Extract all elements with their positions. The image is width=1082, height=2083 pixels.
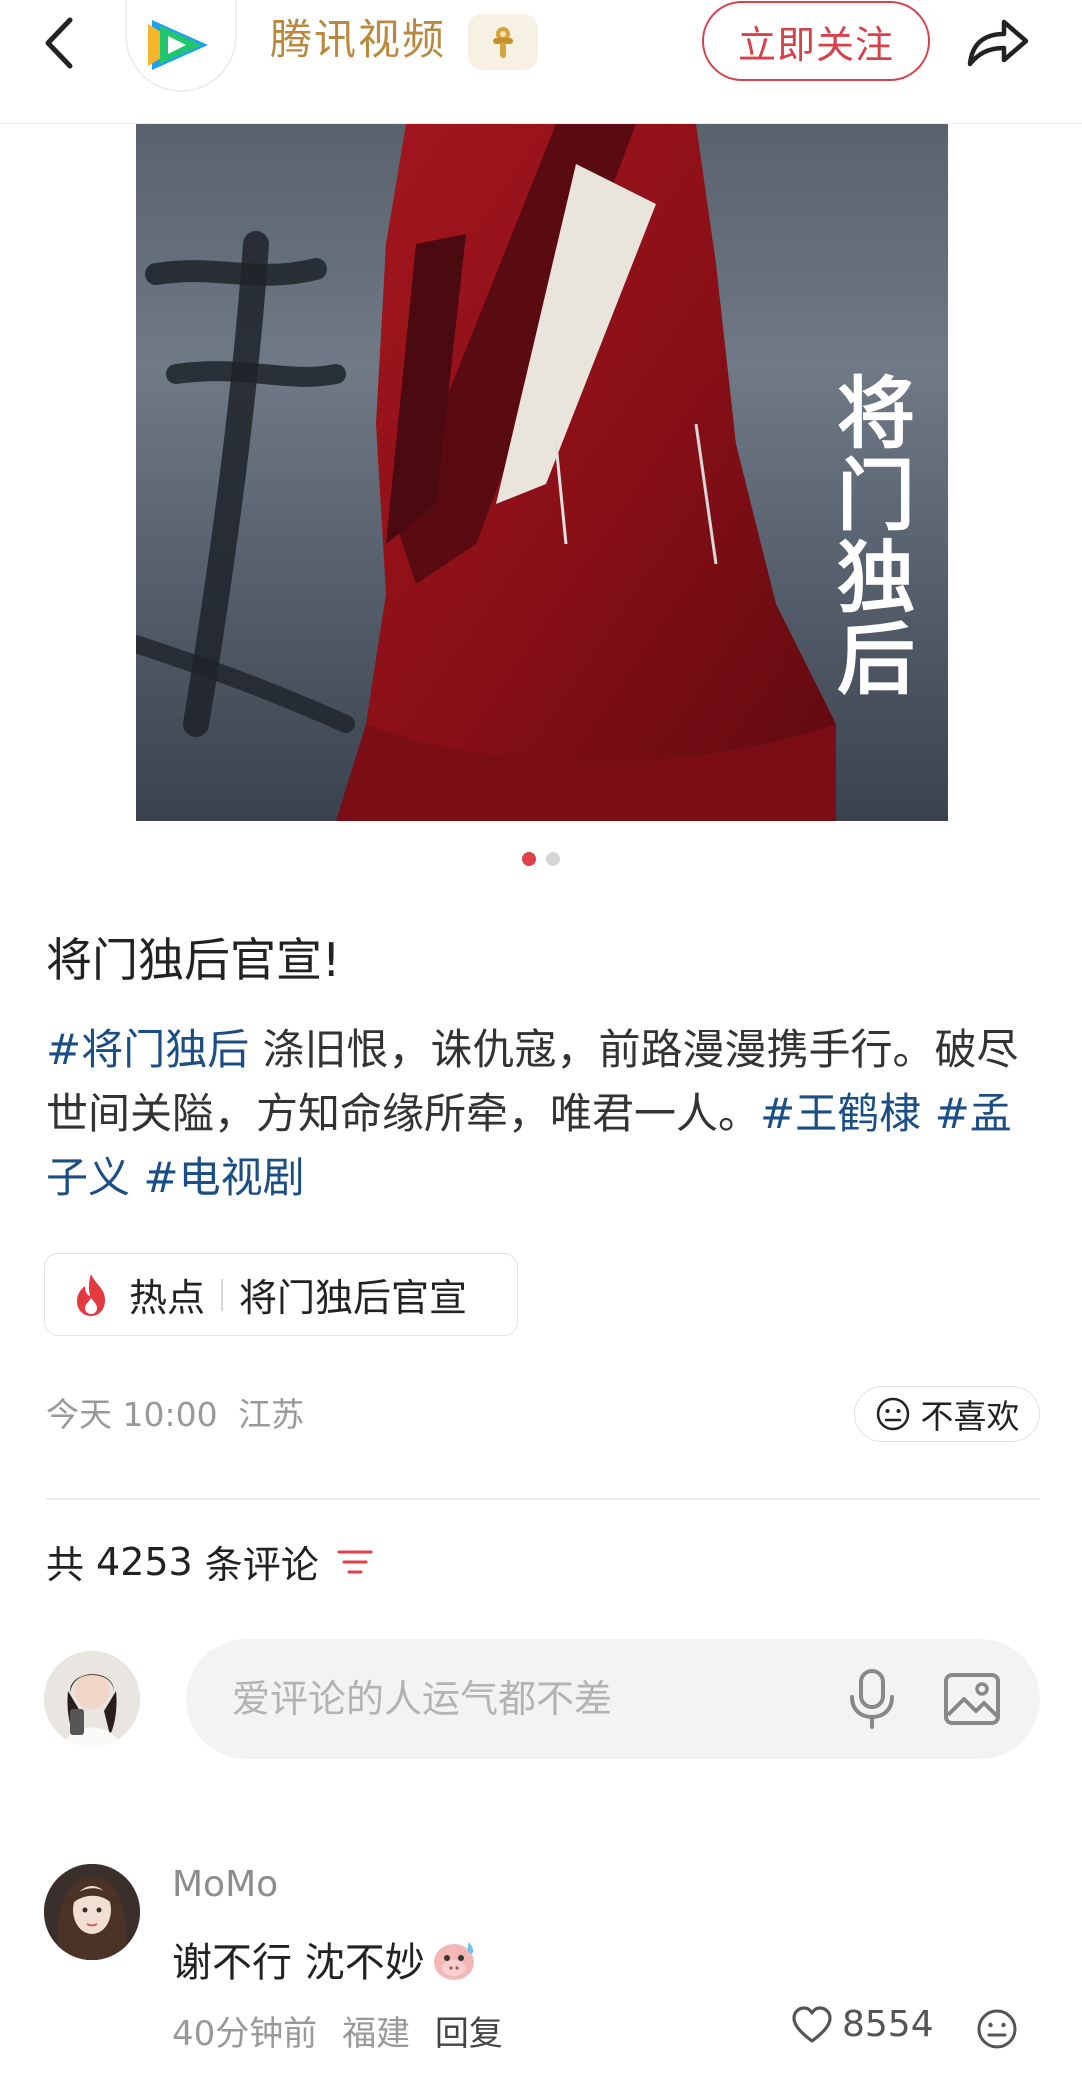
carousel-dot-active[interactable] <box>522 852 536 866</box>
post-text <box>921 1089 934 1138</box>
image-icon[interactable] <box>942 1669 1002 1729</box>
follow-button[interactable]: 立即关注 <box>702 1 930 81</box>
post-title: 将门独后官宣! <box>46 933 341 987</box>
avatar-image <box>44 1651 140 1747</box>
hashtag-link[interactable]: #王鹤棣 <box>760 1089 921 1138</box>
comments-count: 共 4253 条评论 <box>46 1534 375 1589</box>
comment-input[interactable] <box>232 1669 792 1729</box>
comment-meta: 40分钟前 福建 回复 <box>172 2006 503 2055</box>
section-divider <box>46 1498 1040 1500</box>
top-bar: 腾讯视频 立即关注 <box>0 0 1082 124</box>
commenter-avatar[interactable] <box>44 1864 140 1960</box>
neutral-face-icon <box>876 1397 909 1431</box>
post-meta: 今天 10:00 江苏 <box>46 1388 304 1436</box>
poster-title: 将门独后 <box>824 372 915 700</box>
hot-label: 热点 <box>129 1276 206 1320</box>
hashtag-link[interactable]: #电视剧 <box>143 1153 304 1202</box>
post-time: 今天 10:00 <box>46 1395 218 1434</box>
hot-separator <box>221 1278 224 1311</box>
comments-suffix: 条评论 <box>204 1543 319 1587</box>
comments-prefix: 共 <box>46 1543 85 1587</box>
comment-time: 40分钟前 <box>172 2014 318 2054</box>
like-count: 8554 <box>842 2004 934 2045</box>
gold-badge-icon <box>493 27 513 58</box>
comment-body: 谢不行 沈不妙 <box>172 1940 425 1986</box>
commenter-name[interactable]: MoMo <box>172 1864 278 1905</box>
verified-badge <box>468 14 538 70</box>
post-image[interactable]: 将门独后 <box>136 124 948 821</box>
dislike-button[interactable]: 不喜欢 <box>854 1386 1040 1442</box>
my-avatar[interactable] <box>44 1651 140 1747</box>
comments-number: 4253 <box>96 1539 193 1584</box>
avatar-image <box>44 1864 140 1960</box>
sweating-emoji-icon <box>433 1942 474 1980</box>
hot-topic-title: 将门独后官宣 <box>239 1276 468 1320</box>
share-button[interactable] <box>962 10 1034 72</box>
post-location: 江苏 <box>238 1395 305 1434</box>
comment-text: 谢不行 沈不妙 <box>172 1930 479 1988</box>
heart-icon <box>792 2005 832 2043</box>
carousel-dot[interactable] <box>546 852 560 866</box>
back-button[interactable] <box>36 14 86 72</box>
mic-icon[interactable] <box>844 1667 900 1731</box>
like-button[interactable]: 8554 <box>790 2004 934 2045</box>
sort-icon[interactable] <box>335 1546 375 1578</box>
post-text <box>130 1153 143 1202</box>
reply-button[interactable]: 回复 <box>435 2014 503 2054</box>
comment-input-box[interactable] <box>186 1639 1040 1759</box>
back-icon <box>45 17 73 69</box>
carousel-indicator <box>522 852 560 866</box>
channel-name[interactable]: 腾讯视频 <box>270 12 446 68</box>
post-body: #将门独后 涤旧恨，诛仇寇，前路漫漫携手行。破尽世间关隘，方知命缘所牵，唯君一人… <box>46 1018 1046 1210</box>
fire-icon <box>77 1273 105 1316</box>
share-icon <box>967 19 1029 67</box>
hot-topic-pill[interactable]: 热点 将门独后官宣 <box>44 1253 518 1336</box>
comment-location: 福建 <box>342 2014 411 2054</box>
hashtag-link[interactable]: #将门独后 <box>46 1025 249 1074</box>
channel-avatar[interactable] <box>125 0 237 92</box>
tencent-video-logo-icon <box>148 20 208 70</box>
emoji-reaction-icon[interactable] <box>976 2008 1018 2050</box>
dislike-label: 不喜欢 <box>920 1397 1020 1436</box>
